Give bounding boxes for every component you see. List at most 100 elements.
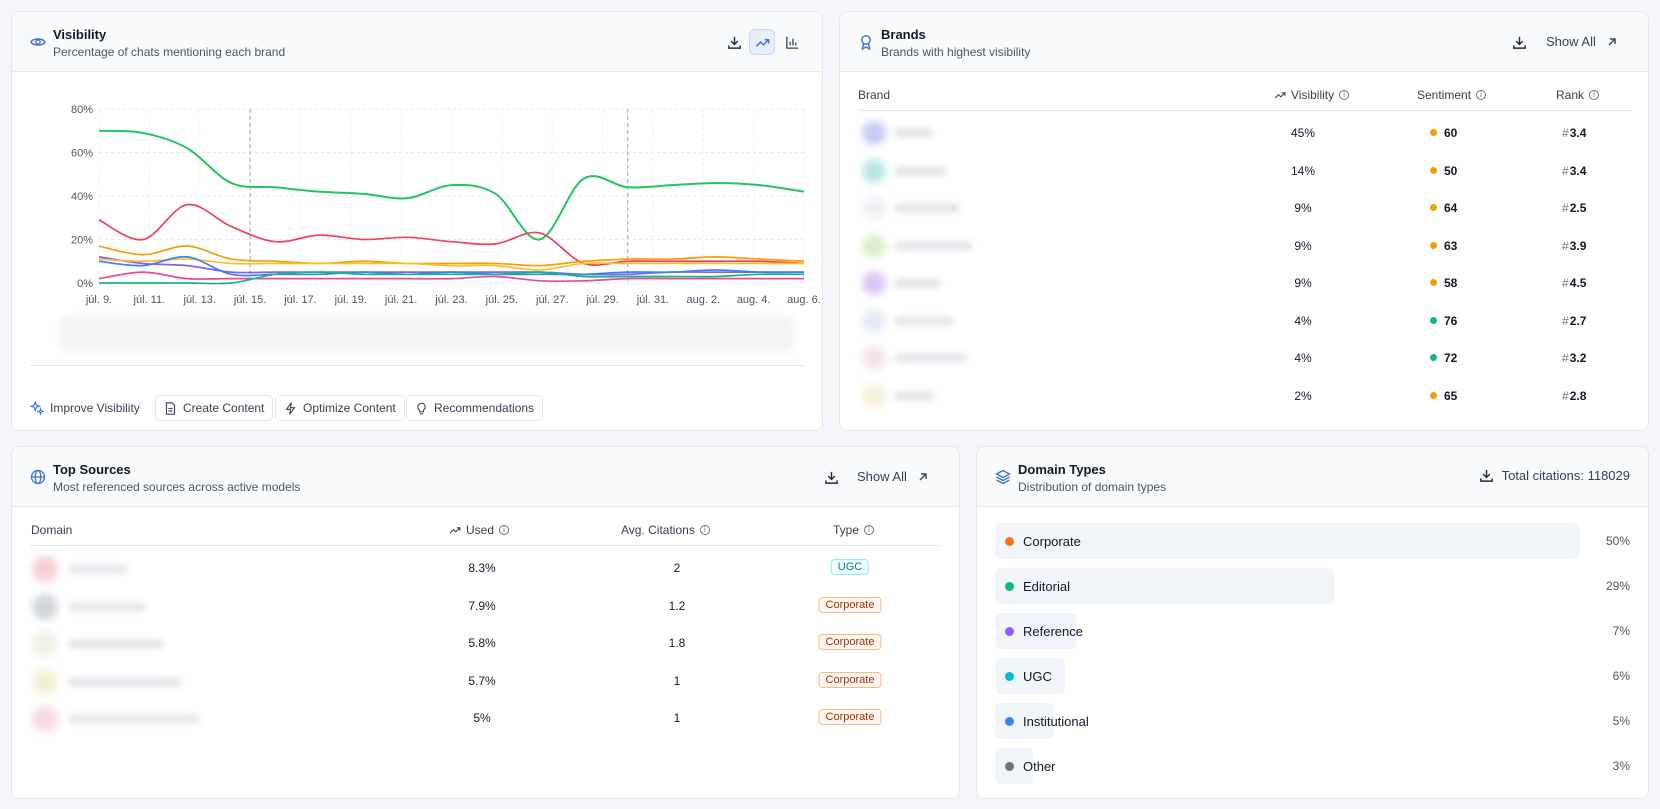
x-tick-label: júl. 27. bbox=[535, 294, 568, 306]
domain-favicon-redacted bbox=[32, 668, 58, 695]
domain-name-redacted bbox=[68, 639, 164, 649]
optimize-content-button[interactable]: Optimize Content bbox=[275, 395, 405, 421]
table-row[interactable]: 4% 76 #2.7 bbox=[840, 303, 1648, 339]
type-column-header[interactable]: Type i bbox=[833, 523, 875, 537]
brand-name-redacted bbox=[894, 203, 960, 213]
domain-type-dot bbox=[1005, 537, 1014, 546]
sources-download-button[interactable] bbox=[818, 464, 844, 490]
brands-show-all-link[interactable]: Show All bbox=[1546, 34, 1618, 49]
sentiment-value: 50 bbox=[1444, 163, 1458, 178]
x-tick-label: júl. 13. bbox=[183, 294, 216, 306]
brands-card: Brands Brands with highest visibility Sh… bbox=[839, 11, 1649, 431]
brands-title: Brands bbox=[881, 27, 926, 42]
domain-favicon-redacted bbox=[32, 706, 58, 732]
create-content-button[interactable]: Create Content bbox=[155, 395, 274, 421]
brand-rank: #2.7 bbox=[1562, 314, 1602, 328]
brand-visibility-value: 45% bbox=[1290, 126, 1316, 140]
sentiment-column-label: Sentiment bbox=[1417, 88, 1472, 102]
visibility-title: Visibility bbox=[53, 27, 107, 42]
lightbulb-icon bbox=[417, 402, 426, 414]
domain-types-subtitle: Distribution of domain types bbox=[1018, 480, 1167, 494]
rank-value: 4.5 bbox=[1569, 276, 1587, 290]
domain-type-percent: 3% bbox=[1612, 759, 1630, 773]
info-icon[interactable]: i bbox=[699, 525, 710, 535]
sentiment-dot bbox=[1430, 204, 1437, 212]
domain-type-row[interactable]: UGC 6% bbox=[995, 658, 1630, 694]
x-tick-label: aug. 6. bbox=[787, 294, 821, 306]
brand-visibility-value: 9% bbox=[1294, 238, 1312, 253]
top-sources-header: Top Sources Most referenced sources acro… bbox=[12, 447, 959, 507]
table-row[interactable]: 2% 65 #2.8 bbox=[840, 378, 1648, 414]
info-icon[interactable]: i bbox=[1339, 90, 1350, 100]
brand-sentiment: 63 bbox=[1430, 239, 1480, 253]
table-row[interactable]: 7.9% 1.2 Corporate bbox=[12, 588, 959, 624]
table-row[interactable]: 9% 58 #4.5 bbox=[840, 265, 1648, 301]
brand-rank: #2.8 bbox=[1562, 389, 1602, 403]
domain-type-percent: 6% bbox=[1612, 669, 1630, 683]
sources-show-all-link[interactable]: Show All bbox=[857, 469, 929, 484]
used-column-label: Used bbox=[466, 523, 495, 537]
sentiment-value: 64 bbox=[1444, 201, 1458, 215]
y-tick-label: 80% bbox=[71, 104, 93, 116]
brand-rank: #3.4 bbox=[1562, 164, 1602, 178]
domain-type-name: Corporate bbox=[1023, 534, 1081, 549]
domain-type-name: UGC bbox=[1023, 669, 1052, 684]
table-row[interactable]: 4% 72 #3.2 bbox=[840, 340, 1648, 376]
used-value: 5.8% bbox=[468, 636, 496, 650]
globe-icon bbox=[30, 469, 46, 485]
domain-type-row[interactable]: Reference 7% bbox=[995, 613, 1630, 649]
used-column-header[interactable]: Used i bbox=[449, 523, 510, 537]
download-icon[interactable] bbox=[1479, 468, 1494, 483]
brand-visibility-value: 14% bbox=[1290, 163, 1316, 178]
improve-visibility-button[interactable]: Improve Visibility bbox=[22, 395, 148, 421]
info-icon[interactable]: i bbox=[499, 525, 510, 535]
download-button[interactable] bbox=[721, 29, 747, 55]
line-chart-toggle[interactable] bbox=[749, 29, 775, 55]
rank-value: 3.2 bbox=[1569, 351, 1587, 365]
improve-visibility-label: Improve Visibility bbox=[50, 401, 140, 415]
bar-chart-toggle[interactable] bbox=[779, 29, 805, 55]
document-icon bbox=[165, 401, 176, 415]
domain-type-percent: 50% bbox=[1605, 534, 1630, 548]
brand-visibility-value: 9% bbox=[1294, 276, 1312, 290]
info-icon[interactable]: i bbox=[1476, 90, 1487, 100]
table-row[interactable]: 5% 1 Corporate bbox=[12, 700, 959, 736]
x-tick-label: júl. 29. bbox=[585, 294, 618, 306]
table-row[interactable]: 8.3% 2 UGC bbox=[12, 550, 959, 586]
avg-citations-value: 2 bbox=[673, 561, 681, 575]
domain-name-redacted bbox=[68, 601, 146, 612]
brand-logo-redacted bbox=[862, 233, 886, 258]
avg-citations-column-header[interactable]: Avg. Citations i bbox=[621, 523, 710, 537]
recommendations-button[interactable]: Recommendations bbox=[406, 395, 544, 421]
table-row[interactable]: 5.7% 1 Corporate bbox=[12, 663, 959, 699]
avg-citations-value: 1.8 bbox=[668, 636, 686, 650]
table-row[interactable]: 45% 60 #3.4 bbox=[840, 115, 1648, 151]
info-icon[interactable]: i bbox=[1589, 90, 1600, 100]
visibility-column-header[interactable]: Visibility i bbox=[1274, 88, 1350, 102]
rank-value: 2.7 bbox=[1569, 313, 1587, 328]
top-sources-title: Top Sources bbox=[53, 462, 131, 477]
brand-sentiment: 65 bbox=[1430, 389, 1480, 403]
domain-type-bar bbox=[995, 523, 1580, 559]
optimize-content-label: Optimize Content bbox=[303, 401, 396, 415]
recommendations-label: Recommendations bbox=[434, 401, 535, 415]
rank-value: 3.4 bbox=[1569, 126, 1587, 140]
table-row[interactable]: 5.8% 1.8 Corporate bbox=[12, 625, 959, 661]
table-row[interactable]: 9% 64 #2.5 bbox=[840, 190, 1648, 226]
brands-download-button[interactable] bbox=[1506, 29, 1532, 55]
brand-sentiment: 58 bbox=[1430, 276, 1480, 290]
download-icon bbox=[824, 471, 838, 484]
sentiment-column-header[interactable]: Sentiment i bbox=[1417, 88, 1487, 102]
award-icon bbox=[861, 35, 871, 50]
rank-column-header[interactable]: Rank i bbox=[1556, 88, 1600, 102]
domain-type-row[interactable]: Editorial 29% bbox=[995, 568, 1630, 604]
divider bbox=[30, 365, 804, 366]
domain-type-row[interactable]: Institutional 5% bbox=[995, 703, 1630, 739]
sentiment-value: 60 bbox=[1444, 126, 1458, 140]
domain-type-row[interactable]: Corporate 50% bbox=[995, 523, 1630, 559]
domain-type-row[interactable]: Other 3% bbox=[995, 748, 1630, 784]
table-row[interactable]: 9% 63 #3.9 bbox=[840, 228, 1648, 264]
domain-type-percent: 29% bbox=[1605, 579, 1630, 593]
table-row[interactable]: 14% 50 #3.4 bbox=[840, 153, 1648, 189]
info-icon[interactable]: i bbox=[864, 525, 875, 535]
